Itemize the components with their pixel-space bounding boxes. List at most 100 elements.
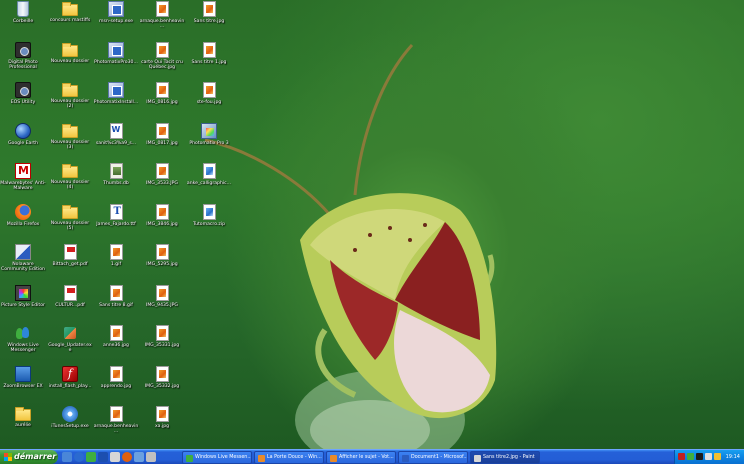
taskbar-button[interactable]: Document1 - Microsof... <box>398 451 468 464</box>
desktop-icon-label: Bittach_get.pdf <box>52 262 88 267</box>
messenger-icon[interactable] <box>86 452 96 462</box>
taskbar-button-label: Sans titre2.jpg - Paint <box>483 455 535 460</box>
desktop-icon-label: concours mastiffs <box>49 18 91 23</box>
desktop-icon-label: anne36.jpg <box>103 343 129 348</box>
desktop-icon-label: IMG_35332.jpg <box>144 384 180 389</box>
update-icon[interactable] <box>714 453 721 460</box>
desktop-icon[interactable]: IMG_0816.jpg <box>139 82 185 105</box>
desktop-icon[interactable]: Picture Style Editor <box>0 285 46 308</box>
desktop-icon[interactable]: Thumbs.db <box>93 163 139 186</box>
desktop-icon-label: Google Earth <box>8 141 38 146</box>
desktop-icon-label: Corbeille <box>12 19 34 24</box>
desktop-icon-label: James_Fajardo.ttf <box>96 222 136 227</box>
desktop-icon[interactable]: CULTUR...pdf <box>47 285 93 308</box>
show-desktop-icon[interactable] <box>62 452 72 462</box>
desktop-icon[interactable]: Nouveau dossier (2) <box>47 82 93 110</box>
jpg-icon <box>109 366 123 382</box>
desktop-icon[interactable]: Nouveau dossier (5) <box>47 204 93 232</box>
desktop-icon[interactable]: ste-fou.jpg <box>186 82 232 105</box>
desktop-icon[interactable]: arnaque.benheavin... <box>93 406 139 435</box>
start-label: démarrer <box>14 452 57 461</box>
desktop-icon[interactable]: sanit%c3%a9_s... <box>93 123 139 146</box>
window-app-icon <box>258 455 265 462</box>
desktop-icon[interactable]: Nouveau dossier <box>47 42 93 64</box>
desktop-icon[interactable]: Nouveau dossier (4) <box>47 163 93 191</box>
jpg-icon <box>155 123 169 139</box>
desktop-icon[interactable]: iTunesSetup.exe <box>47 406 93 429</box>
taskbar-button[interactable]: Windows Live Messen... <box>182 451 252 464</box>
taskbar-button[interactable]: Afficher le sujet - Vot... <box>326 451 396 464</box>
desktop-icon-label: Windows Live Messenger <box>7 343 39 354</box>
desktop-icon[interactable]: IMG_5295.jpg <box>139 244 185 267</box>
desktop-icon[interactable]: ZoomBrowser EX <box>0 366 46 389</box>
desktop-icon[interactable]: Sans titre 1.jpg <box>186 42 232 65</box>
antivirus-icon[interactable] <box>678 453 685 460</box>
desktop-icon[interactable]: IMG_0817.jpg <box>139 123 185 146</box>
desktop-icon[interactable]: Windows Live Messenger <box>0 325 46 354</box>
desktop-icon[interactable]: arnaque.benheavin... <box>139 1 185 30</box>
jpg-icon <box>155 325 169 341</box>
desktop-icon[interactable]: IMG_3533.JPG <box>139 163 185 186</box>
desktop-icon-label: sanit%c3%a9_s... <box>95 141 137 146</box>
desktop-icon[interactable]: Google_Updater.exe <box>47 325 93 354</box>
taskbar: démarrer Windows Live Messen... La Porte … <box>0 449 744 464</box>
desktop-icon[interactable]: Digital Photo Professional <box>0 42 46 71</box>
desktop[interactable]: Corbeille Digital Photo Professional EOS U… <box>0 0 744 449</box>
desktop-icon[interactable]: msn-setup.exe <box>93 1 139 24</box>
desktop-icon[interactable]: IMG_35332.jpg <box>139 366 185 389</box>
desktop-icon-label: msn-setup.exe <box>99 19 133 24</box>
desktop-icon-label: Photomatix Pro 3 <box>189 141 229 146</box>
desktop-icon[interactable]: apprendo.jpg <box>93 366 139 389</box>
desktop-icon[interactable]: anke_calligraphic... <box>186 163 232 186</box>
desktop-icon[interactable]: IMG_35331.jpg <box>139 325 185 348</box>
desktop-icon[interactable]: PhotomatixPro30... <box>93 42 139 65</box>
desktop-icon-label: PhotomatixPro30... <box>94 60 138 65</box>
zoom-icon <box>15 366 31 382</box>
messenger-tray-icon[interactable] <box>687 453 694 460</box>
desktop-icon[interactable]: xa.jpg <box>139 406 185 429</box>
start-button[interactable]: démarrer <box>0 450 58 464</box>
word-icon[interactable] <box>98 452 108 462</box>
desktop-icon[interactable]: Google Earth <box>0 123 46 146</box>
desktop-icon[interactable]: Bittach_get.pdf <box>47 244 93 267</box>
desktop-icon[interactable]: 1.gif <box>93 244 139 267</box>
firefox-icon[interactable] <box>122 452 132 462</box>
desktop-icon-label: Tutomacro.zip <box>192 222 226 227</box>
desktop-icon-label: ZoomBrowser EX <box>3 384 43 389</box>
volume-icon[interactable] <box>705 453 712 460</box>
desktop-icon[interactable]: Nolaware Community Edition <box>0 244 46 273</box>
desktop-icon[interactable]: Tutomacro.zip <box>186 204 232 227</box>
globe-icon <box>15 123 31 139</box>
pdf-icon <box>63 285 77 301</box>
desktop-icon[interactable]: install_flash_play... <box>47 366 93 389</box>
desktop-icon[interactable]: aurélie <box>0 406 46 428</box>
desktop-icon[interactable]: Malwarebytes' Anti-Malware <box>0 163 46 192</box>
desktop-icon[interactable]: Nouveau dossier (3) <box>47 123 93 151</box>
explorer-icon[interactable] <box>110 452 120 462</box>
desktop-icon[interactable]: PhotomatixInstall... <box>93 82 139 105</box>
taskbar-button[interactable]: Sans titre2.jpg - Paint <box>470 451 540 464</box>
desktop-icon[interactable]: carte Qui Tacit cru Québec.jpg <box>139 42 185 71</box>
desktop-icon[interactable]: EOS Utility <box>0 82 46 105</box>
desktop-icon[interactable]: Photomatix Pro 3 <box>186 123 232 146</box>
desktop-icon-label: IMG_0817.jpg <box>146 141 178 146</box>
taskbar-button-label: La Porte Douce - Win... <box>267 455 322 460</box>
nolo-icon <box>15 244 31 260</box>
jpg-icon <box>155 406 169 422</box>
desktop-icon[interactable]: concours mastiffs <box>47 1 93 23</box>
folder-icon <box>62 43 78 57</box>
internet-explorer-icon[interactable] <box>74 452 84 462</box>
network-icon[interactable] <box>696 453 703 460</box>
desktop-icon[interactable]: IMG_3846.jpg <box>139 204 185 227</box>
desktop-icon[interactable]: Sans titre.jpg <box>186 1 232 24</box>
desktop-icon[interactable]: Corbeille <box>0 1 46 24</box>
desktop-icon[interactable]: IMG_9435.JPG <box>139 285 185 308</box>
desktop-icon[interactable]: anne36.jpg <box>93 325 139 348</box>
malware-icon <box>15 163 31 179</box>
desktop-icon[interactable]: Mozilla Firefox <box>0 204 46 227</box>
media-player-icon[interactable] <box>134 452 144 462</box>
desktop-icon[interactable]: Sans titre 8.gif <box>93 285 139 308</box>
taskbar-button[interactable]: La Porte Douce - Win... <box>254 451 324 464</box>
app-launcher-icon[interactable] <box>146 452 156 462</box>
desktop-icon[interactable]: James_Fajardo.ttf <box>93 204 139 227</box>
